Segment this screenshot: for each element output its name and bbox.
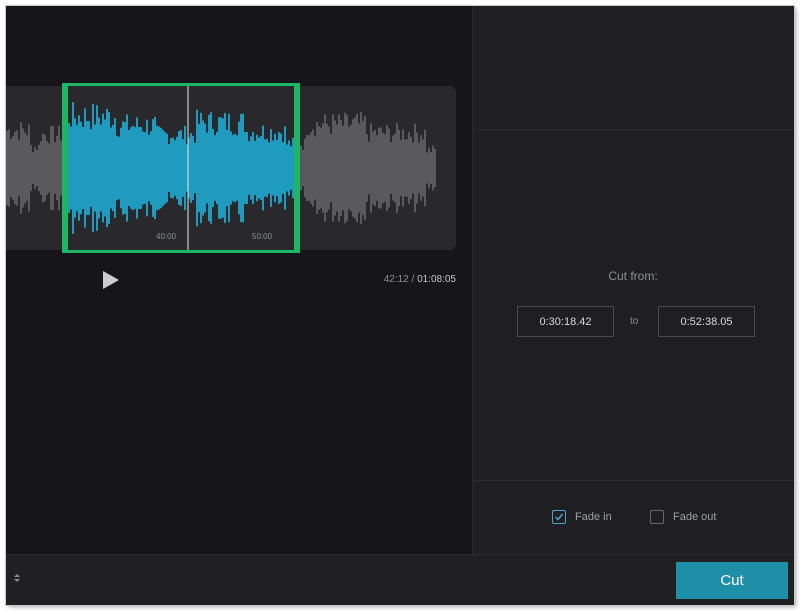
selection-end-handle[interactable] — [290, 83, 300, 253]
play-button[interactable] — [99, 269, 121, 291]
cut-button[interactable]: Cut — [676, 562, 788, 599]
settings-header — [473, 6, 794, 130]
start-time-input[interactable] — [517, 306, 614, 337]
tick-label: 40:00 — [156, 232, 177, 241]
to-label: to — [630, 316, 639, 327]
time-separator: / — [411, 274, 415, 285]
fade-in-label: Fade in — [575, 511, 612, 523]
total-time: 01:08:05 — [417, 274, 456, 285]
format-stepper[interactable] — [6, 571, 20, 588]
editor-panel: 40:00 50:00 42:12 / 01:08:05 — [6, 6, 472, 554]
fade-in-option[interactable]: Fade in — [552, 509, 612, 525]
end-time-input[interactable] — [658, 306, 755, 337]
check-icon — [554, 513, 564, 521]
app-window: 40:00 50:00 42:12 / 01:08:05 Cut from: t… — [6, 6, 794, 605]
current-time: 42:12 — [383, 274, 409, 285]
fade-out-label: Fade out — [673, 511, 717, 523]
waveform-track[interactable] — [6, 86, 456, 250]
waveform[interactable] — [6, 86, 456, 250]
selection-start-handle[interactable] — [62, 83, 72, 253]
tick-label: 50:00 — [252, 232, 273, 241]
play-icon — [103, 271, 119, 289]
stepper-arrows-icon — [14, 574, 20, 582]
fade-out-option[interactable]: Fade out — [650, 509, 716, 525]
cut-from-label: Cut from: — [608, 269, 658, 283]
fade-in-checkbox[interactable] — [552, 510, 566, 524]
settings-footer — [473, 480, 794, 554]
fade-out-checkbox[interactable] — [650, 510, 664, 524]
time-readout: 42:12 / 01:08:05 — [366, 274, 456, 285]
